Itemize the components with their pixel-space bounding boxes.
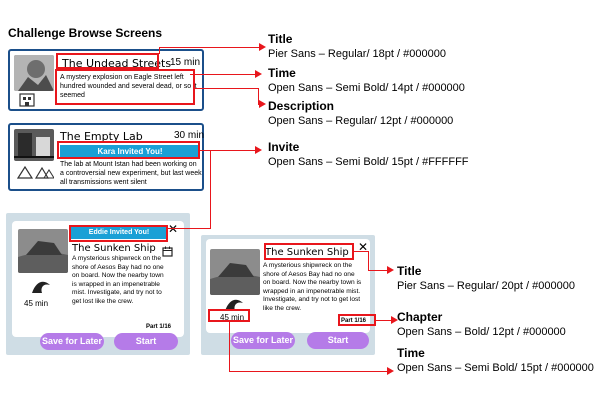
dialog-description: A mysterious shipwreck on the shore of A…: [72, 255, 164, 305]
connector-line: [210, 150, 211, 228]
page-heading: Challenge Browse Screens: [8, 26, 163, 40]
arrow-head: [255, 146, 262, 154]
arrow-head: [259, 43, 266, 51]
connector-line: [159, 47, 260, 48]
highlight-title: [56, 53, 159, 69]
connector-line: [168, 228, 211, 229]
connector-line: [229, 371, 388, 372]
annotation-chapter-spec: Open Sans – Bold/ 12pt / #000000: [397, 326, 566, 338]
connector-line: [229, 322, 230, 372]
arrow-head: [387, 266, 394, 274]
annotation-time2-heading: Time: [397, 346, 425, 360]
annotation-title2-spec: Pier Sans – Regular/ 20pt / #000000: [397, 280, 575, 292]
save-for-later-button[interactable]: Save for Later: [40, 333, 104, 350]
start-button[interactable]: Start: [307, 332, 369, 349]
card-time: 30 min: [174, 130, 205, 141]
annotation-description-heading: Description: [268, 99, 335, 113]
connector-line: [368, 251, 369, 271]
highlight-chapter: [338, 314, 376, 326]
highlight-invite: [57, 141, 200, 159]
annotation-title-heading: Title: [268, 32, 293, 46]
arrow-head: [387, 367, 394, 375]
connector-line: [159, 47, 160, 54]
connector-line: [354, 251, 368, 252]
save-for-later-button[interactable]: Save for Later: [231, 332, 295, 349]
tent-icons: [16, 165, 55, 184]
connector-line: [190, 74, 256, 75]
dialog-thumbnail: [210, 249, 260, 295]
annotation-invite-spec: Open Sans – Semi Bold/ 15pt / #FFFFFF: [268, 156, 469, 168]
dialog-chapter: Part 1/16: [146, 324, 172, 330]
annotation-time-spec: Open Sans – Semi Bold/ 14pt / #000000: [268, 82, 465, 94]
dialog-thumbnail: [18, 229, 68, 273]
close-icon[interactable]: ✕: [168, 223, 178, 235]
card-thumbnail: [14, 129, 54, 161]
building-icon: [18, 91, 36, 112]
arrow-head: [255, 70, 262, 78]
dialog-description: A mysterious shipwreck on the shore of A…: [263, 262, 362, 312]
dialog-title: The Sunken Ship: [72, 243, 156, 254]
connector-line: [195, 88, 259, 89]
annotation-title-spec: Pier Sans – Regular/ 18pt / #000000: [268, 48, 446, 60]
annotation-invite-heading: Invite: [268, 140, 300, 154]
wave-icon: [30, 277, 52, 300]
connector-line: [376, 320, 392, 321]
connector-line: [200, 150, 256, 151]
annotation-chapter-heading: Chapter: [397, 310, 443, 324]
connector-line: [368, 270, 388, 271]
card-description: The lab at Mount Istan had been working …: [60, 161, 202, 186]
arrow-head: [259, 100, 266, 108]
annotation-description-spec: Open Sans – Regular/ 12pt / #000000: [268, 115, 454, 127]
highlight-time: [208, 309, 250, 322]
highlight-invite: [69, 225, 168, 242]
annotation-time-heading: Time: [268, 66, 296, 80]
card-thumbnail: [14, 55, 54, 91]
card-time: 15 min: [170, 57, 201, 68]
start-button[interactable]: Start: [114, 333, 178, 350]
highlight-title: [264, 243, 354, 260]
dialog-time: 45 min: [24, 299, 49, 308]
annotation-time2-spec: Open Sans – Semi Bold/ 15pt / #000000: [397, 362, 594, 374]
annotation-title2-heading: Title: [397, 264, 422, 278]
highlight-description: [55, 69, 195, 105]
